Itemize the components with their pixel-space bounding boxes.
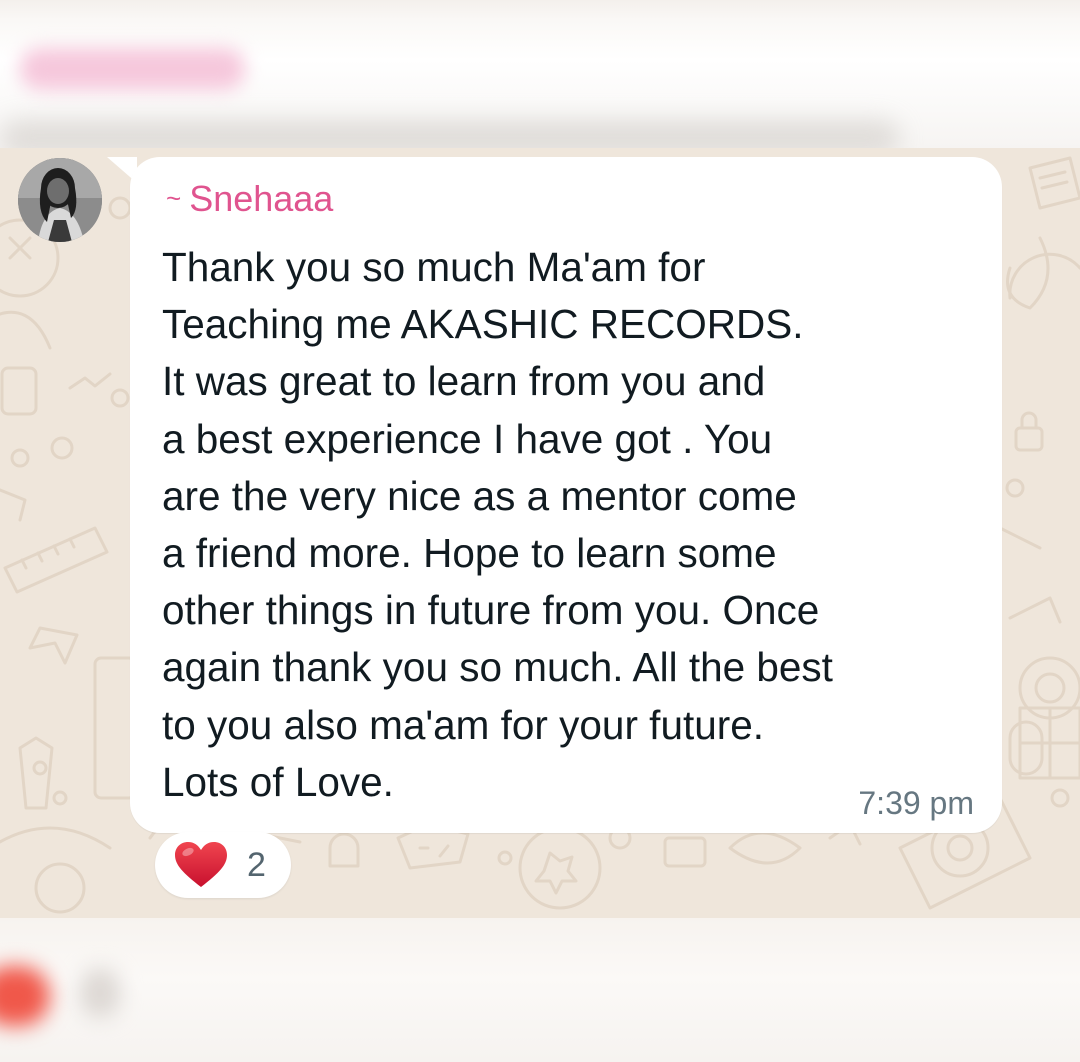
- blurred-footer-area: [0, 918, 1080, 1062]
- reaction-count: 2: [247, 846, 266, 884]
- blurred-sender-name: [20, 48, 245, 90]
- message-line: a best experience I have got . You: [162, 415, 773, 462]
- avatar-portrait: [18, 158, 102, 242]
- message-line: Thank you so much Ma'am for: [162, 244, 706, 290]
- sender-prefix: ~: [166, 183, 182, 213]
- message-bubble[interactable]: ~ Snehaaa Thank you so much Ma'am for Tea…: [130, 157, 1002, 833]
- message-timestamp: 7:39 pm: [858, 785, 974, 821]
- message-line: again thank you so much. All the best: [162, 644, 833, 691]
- blurred-avatar: [0, 966, 50, 1026]
- message-line: a friend more. Hope to learn some: [162, 530, 777, 577]
- message-text: Thank you so much Ma'am for Teaching me …: [162, 239, 992, 811]
- message-line: are the very nice as a mentor come: [162, 472, 797, 519]
- sender-avatar[interactable]: [18, 158, 102, 242]
- blurred-content: [80, 968, 120, 1018]
- blurred-header-area: [0, 0, 1080, 156]
- message-line: to you also ma'am for your future.: [162, 701, 765, 748]
- message-line: Teaching me AKASHIC RECORDS.: [162, 301, 804, 348]
- heart-icon: [175, 842, 227, 887]
- sender-name[interactable]: ~ Snehaaa: [166, 177, 333, 224]
- reaction-pill[interactable]: 2: [155, 832, 291, 898]
- message-line: It was great to learn from you and: [162, 358, 766, 405]
- message-line: other things in future from you. Once: [162, 587, 820, 634]
- sender-name-text: Snehaaa: [189, 178, 334, 219]
